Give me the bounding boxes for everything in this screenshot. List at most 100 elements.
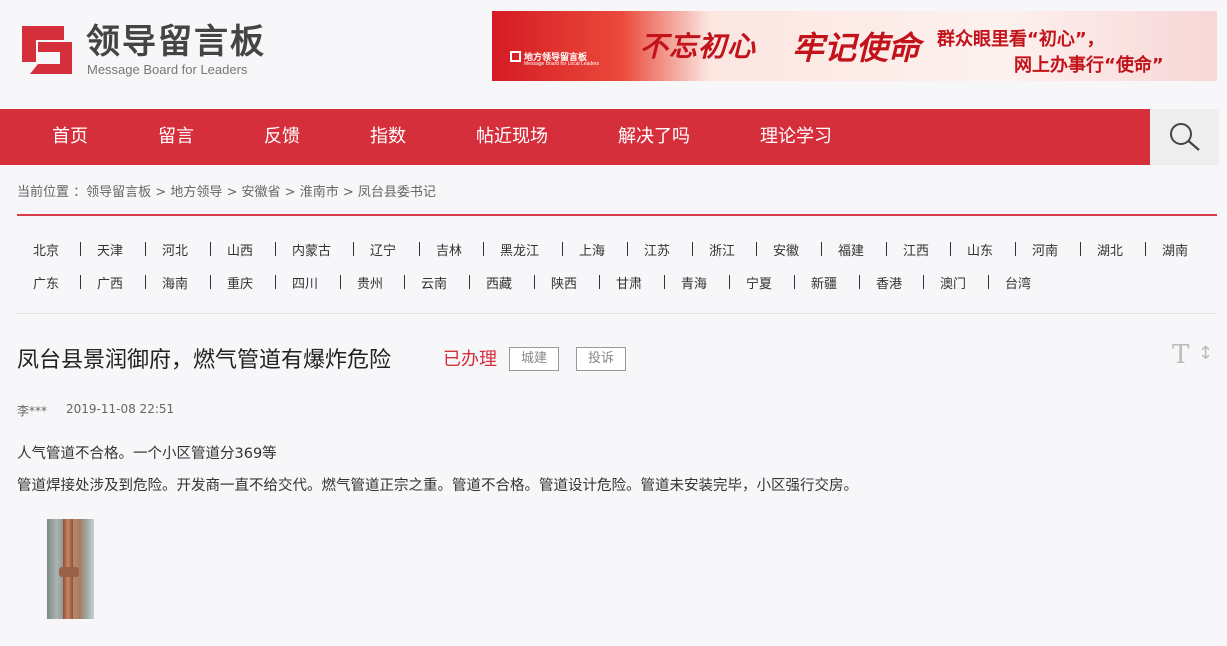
region-link[interactable]: 青海 (681, 273, 707, 292)
region-link[interactable]: 安徽 (773, 240, 799, 259)
region-link[interactable]: 贵州 (357, 273, 383, 292)
site-header: 领导留言板 Message Board for Leaders 地方领导留言板 … (0, 0, 1227, 108)
breadcrumb: 当前位置 ：领导留言板 > 地方领导 > 安徽省 > 淮南市 > 凤台县委书记 (17, 181, 436, 200)
region-separator (599, 275, 600, 289)
region-link[interactable]: 陕西 (551, 273, 577, 292)
region-separator (353, 242, 354, 256)
region-link[interactable]: 江苏 (644, 240, 670, 259)
region-link[interactable]: 北京 (33, 240, 59, 259)
breadcrumb-item[interactable]: 地方领导 (170, 185, 222, 200)
font-size-toggle[interactable]: T ↕ (1172, 340, 1213, 370)
region-link[interactable]: 湖南 (1162, 240, 1188, 259)
region-link[interactable]: 台湾 (1005, 273, 1031, 292)
region-link[interactable]: 香港 (876, 273, 902, 292)
region-link[interactable]: 辽宁 (370, 240, 396, 259)
banner-slogan-2: 网上办事行“使命” (1014, 55, 1164, 76)
banner-badge-subtitle: Message Board for Local Leaders (524, 61, 600, 67)
region-link[interactable]: 天津 (97, 240, 123, 259)
region-link[interactable]: 江西 (903, 240, 929, 259)
region-link[interactable]: 海南 (162, 273, 188, 292)
banner-calligraphy-2: 牢记使命 (792, 29, 921, 67)
region-separator (483, 242, 484, 256)
region-separator (404, 275, 405, 289)
nav-item-on-site[interactable]: 帖近现场 (476, 109, 548, 165)
region-link[interactable]: 山东 (967, 240, 993, 259)
logo-title: 领导留言板 (86, 22, 266, 62)
nav-item-solved[interactable]: 解决了吗 (618, 109, 690, 165)
region-link[interactable]: 重庆 (227, 273, 253, 292)
region-separator (859, 275, 860, 289)
region-link[interactable]: 四川 (292, 273, 318, 292)
banner-slogan-1: 群众眼里看“初心”， (937, 29, 1105, 50)
region-separator (627, 242, 628, 256)
region-separator (756, 242, 757, 256)
region-link[interactable]: 西藏 (486, 273, 512, 292)
breadcrumb-item[interactable]: 淮南市 (300, 185, 339, 200)
region-separator (469, 275, 470, 289)
region-link[interactable]: 新疆 (811, 273, 837, 292)
status-badge: 已办理 (443, 349, 497, 370)
region-link[interactable]: 广东 (33, 273, 59, 292)
region-link[interactable]: 云南 (421, 273, 447, 292)
region-separator (664, 275, 665, 289)
nav-item-message[interactable]: 留言 (158, 109, 194, 165)
region-separator (419, 242, 420, 256)
nav-item-home[interactable]: 首页 (52, 109, 88, 165)
region-separator (210, 275, 211, 289)
region-separator (210, 242, 211, 256)
region-link[interactable]: 上海 (579, 240, 605, 259)
region-link[interactable]: 福建 (838, 240, 864, 259)
photo-joint (59, 567, 79, 577)
tag-complaint[interactable]: 投诉 (576, 347, 626, 371)
search-icon (1170, 123, 1200, 151)
region-separator (1080, 242, 1081, 256)
region-link[interactable]: 湖北 (1097, 240, 1123, 259)
logo-subtitle: Message Board for Leaders (87, 62, 248, 77)
region-separator (275, 275, 276, 289)
region-separator (340, 275, 341, 289)
breadcrumb-item[interactable]: 凤台县委书记 (358, 185, 436, 200)
nav-item-theory[interactable]: 理论学习 (760, 109, 832, 165)
region-separator (145, 242, 146, 256)
region-separator (886, 242, 887, 256)
promo-banner[interactable]: 地方领导留言板 Message Board for Local Leaders … (492, 11, 1217, 81)
region-separator (534, 275, 535, 289)
region-link[interactable]: 宁夏 (746, 273, 772, 292)
region-link[interactable]: 澳门 (940, 273, 966, 292)
nav-item-feedback[interactable]: 反馈 (264, 109, 300, 165)
region-link[interactable]: 山西 (227, 240, 253, 259)
region-link[interactable]: 广西 (97, 273, 123, 292)
breadcrumb-prefix: 当前位置 ： (17, 185, 87, 200)
breadcrumb-separator: > (338, 185, 358, 200)
main-nav: 首页 留言 反馈 指数 帖近现场 解决了吗 理论学习 (0, 109, 1150, 165)
divider (17, 214, 1217, 216)
breadcrumb-item[interactable]: 安徽省 (242, 185, 281, 200)
region-link[interactable]: 甘肃 (616, 273, 642, 292)
region-link[interactable]: 浙江 (709, 240, 735, 259)
region-separator (80, 242, 81, 256)
region-link[interactable]: 内蒙古 (292, 240, 331, 259)
region-separator (794, 275, 795, 289)
region-link[interactable]: 河南 (1032, 240, 1058, 259)
region-separator (923, 275, 924, 289)
breadcrumb-separator: > (222, 185, 242, 200)
updown-arrow-icon: ↕ (1198, 343, 1214, 364)
tag-city-construction[interactable]: 城建 (509, 347, 559, 371)
region-separator (729, 275, 730, 289)
breadcrumb-separator: > (151, 185, 171, 200)
logo-mark-icon (22, 26, 72, 74)
region-separator (145, 275, 146, 289)
post-body-line: 人气管道不合格。一个小区管道分369等 (17, 446, 277, 462)
region-separator (562, 242, 563, 256)
region-separator (1145, 242, 1146, 256)
region-link[interactable]: 河北 (162, 240, 188, 259)
region-separator (1015, 242, 1016, 256)
site-logo[interactable]: 领导留言板 Message Board for Leaders (18, 20, 288, 84)
region-separator (821, 242, 822, 256)
search-button[interactable] (1150, 109, 1219, 165)
post-photo-thumbnail[interactable] (47, 519, 94, 619)
region-link[interactable]: 吉林 (436, 240, 462, 259)
nav-item-index[interactable]: 指数 (370, 109, 406, 165)
region-link[interactable]: 黑龙江 (500, 240, 539, 259)
breadcrumb-item[interactable]: 领导留言板 (86, 185, 151, 200)
